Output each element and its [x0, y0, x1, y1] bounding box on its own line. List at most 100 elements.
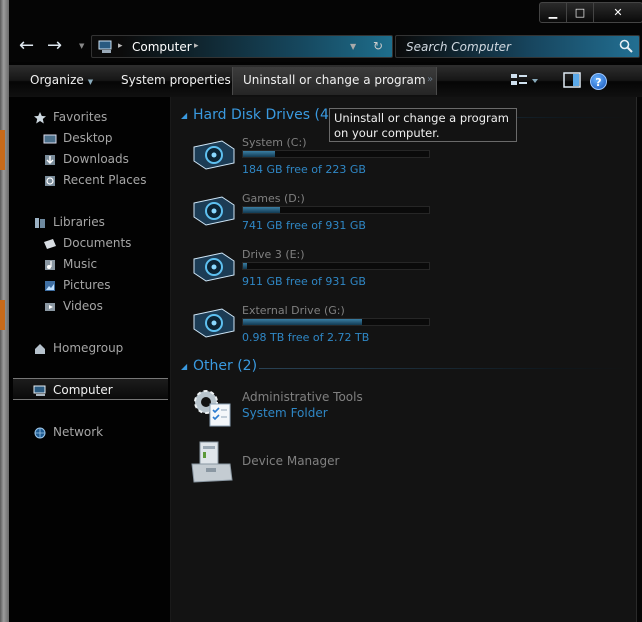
sidebar-label: Downloads [63, 152, 129, 166]
sidebar-item-music[interactable]: Music [45, 257, 98, 271]
address-dropdown-icon[interactable]: ▼ [350, 42, 356, 51]
drive-usage-fill [243, 207, 281, 213]
computer-icon [98, 40, 112, 53]
item-name: Administrative Tools [242, 390, 363, 404]
preview-pane-icon[interactable] [563, 71, 581, 89]
drive-usage-bar [242, 150, 430, 158]
close-button[interactable]: ✕ [594, 3, 642, 22]
sidebar-item-computer[interactable]: Computer [33, 383, 113, 397]
address-bar[interactable]: ▸ Computer ▸ ▼ ↻ [91, 35, 393, 58]
organize-label: Organize [30, 73, 84, 87]
sidebar-item-pictures[interactable]: Pictures [45, 278, 111, 292]
sidebar-label: Videos [63, 299, 103, 313]
sidebar-item-libraries[interactable]: Libraries [35, 215, 105, 229]
tooltip: Uninstall or change a program on your co… [329, 108, 517, 142]
collapse-arrow-icon[interactable]: ◢ [181, 111, 187, 120]
sidebar-label: Network [53, 425, 104, 439]
search-box[interactable]: Search Computer [395, 35, 640, 58]
hard-drive-icon [193, 196, 235, 226]
sidebar-label: Desktop [63, 131, 113, 145]
navigation-pane: Favorites Desktop Downloads Recent Place… [9, 97, 171, 622]
chevron-down-icon: ▼ [87, 78, 94, 86]
title-bar: ▁ □ ✕ [9, 0, 642, 32]
hard-drive-icon [193, 252, 235, 282]
help-button[interactable]: ? [590, 73, 607, 90]
pictures-icon [45, 281, 55, 291]
drive-usage-fill [243, 151, 275, 157]
drive-name: External Drive (G:) [242, 304, 345, 317]
maximize-button[interactable]: □ [567, 3, 594, 22]
more-commands-button[interactable]: » [427, 74, 433, 85]
sidebar-label: Documents [63, 236, 132, 250]
recent-pages-dropdown[interactable]: ▼ [79, 42, 84, 50]
navigation-bar: ← → ▼ ▸ Computer ▸ ▼ ↻ Search Computer [9, 32, 642, 62]
forward-button[interactable]: → [47, 36, 62, 56]
sidebar-label: Computer [53, 383, 113, 397]
breadcrumb-separator-icon: ▸ [118, 41, 123, 51]
sidebar-item-documents[interactable]: Documents [44, 236, 132, 250]
music-icon [45, 260, 55, 270]
drive-usage-fill [243, 263, 247, 269]
device-manager-icon [191, 441, 233, 483]
sidebar-label: Libraries [53, 215, 105, 229]
organize-button[interactable]: Organize ▼ [30, 73, 93, 87]
uninstall-program-button[interactable]: Uninstall or change a program [232, 67, 437, 95]
gear-icon [194, 390, 231, 427]
drive-usage-fill [243, 319, 363, 325]
drive-free-space: 911 GB free of 931 GB [242, 275, 366, 288]
drive-usage-bar [242, 318, 430, 326]
explorer-window: ▁ □ ✕ ← → ▼ ▸ Computer ▸ ▼ ↻ Search Comp… [0, 0, 642, 622]
refresh-icon[interactable]: ↻ [373, 39, 383, 53]
sidebar-item-desktop[interactable]: Desktop [43, 131, 113, 145]
sidebar-label: Recent Places [63, 173, 147, 187]
sidebar-label: Homegroup [53, 341, 124, 355]
collapse-arrow-icon[interactable]: ◢ [181, 362, 187, 371]
sidebar-item-favorites[interactable]: Favorites [34, 110, 107, 124]
sidebar-item-homegroup[interactable]: Homegroup [35, 341, 124, 355]
search-input[interactable]: Search Computer [406, 40, 511, 54]
back-button[interactable]: ← [19, 36, 34, 56]
drive-usage-bar [242, 262, 430, 270]
minimize-button[interactable]: ▁ [540, 3, 567, 22]
sidebar-item-downloads[interactable]: Downloads [45, 152, 129, 166]
hard-drive-icon [193, 140, 235, 170]
caption-buttons: ▁ □ ✕ [539, 2, 642, 23]
sidebar-item-recent-places[interactable]: Recent Places [45, 173, 147, 187]
window-right-border [636, 97, 642, 622]
drive-name: Games (D:) [242, 192, 305, 205]
change-view-icon[interactable] [509, 71, 539, 91]
group-header-other[interactable]: Other (2) [193, 358, 257, 374]
libraries-icon [35, 218, 45, 228]
group-header-hard-disk-drives[interactable]: Hard Disk Drives (4) [193, 107, 334, 123]
sidebar-item-videos[interactable]: Videos [45, 299, 103, 313]
sidebar-label: Music [63, 257, 98, 271]
drive-name: System (C:) [242, 136, 307, 149]
network-icon [34, 427, 46, 439]
homegroup-icon [35, 344, 45, 354]
recent-places-icon [45, 176, 55, 186]
search-icon[interactable] [619, 39, 633, 53]
arrow-left-icon: ← [19, 35, 35, 56]
sidebar-label: Pictures [63, 278, 111, 292]
group-divider [259, 368, 629, 369]
videos-icon [45, 303, 55, 311]
drive-free-space: 0.98 TB free of 2.72 TB [242, 331, 370, 344]
breadcrumb-computer[interactable]: Computer [132, 40, 192, 54]
drive-usage-bar [242, 206, 430, 214]
background-desktop-strip [0, 0, 9, 622]
computer-icon [33, 385, 46, 396]
drive-name: Drive 3 (E:) [242, 248, 305, 261]
star-icon [34, 112, 46, 124]
command-bar: Organize ▼ System properties Uninstall or… [9, 65, 642, 97]
sidebar-item-network[interactable]: Network [34, 425, 104, 439]
item-name: Device Manager [242, 454, 340, 468]
documents-icon [44, 239, 56, 249]
arrow-right-icon: → [47, 35, 63, 56]
system-properties-button[interactable]: System properties [121, 73, 231, 87]
breadcrumb-separator-icon[interactable]: ▸ [194, 41, 199, 51]
drive-free-space: 741 GB free of 931 GB [242, 219, 366, 232]
item-subtitle: System Folder [242, 406, 328, 420]
drive-free-space: 184 GB free of 223 GB [242, 163, 366, 176]
content-pane: ◢ Hard Disk Drives (4) System (C:) 184 G… [171, 97, 642, 622]
hard-drive-icon [193, 308, 235, 338]
